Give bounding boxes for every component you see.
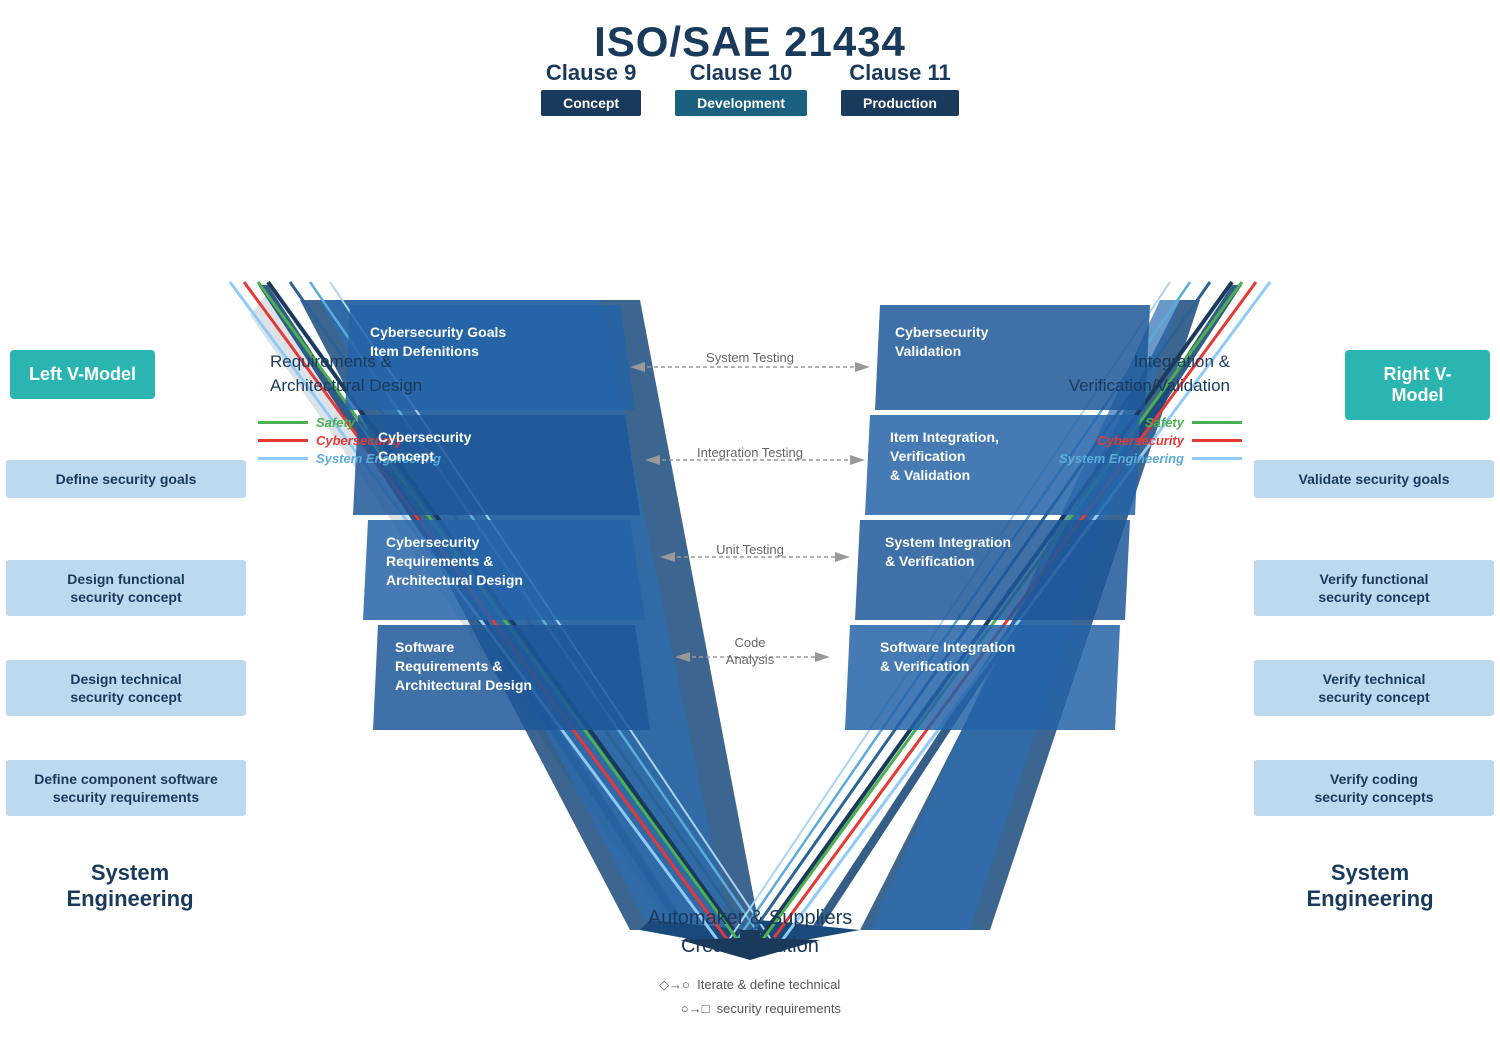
clause-9: Clause 9 Concept [541, 60, 641, 116]
right-box-0: Validate security goals [1254, 460, 1494, 498]
left-box-2: Design technicalsecurity concept [6, 660, 246, 716]
v-block-left-0: Cybersecurity GoalsItem Defenitions [360, 315, 625, 369]
test-label-code: CodeAnalysis [698, 635, 802, 669]
left-box-3: Define component softwaresecurity requir… [6, 760, 246, 816]
sys-eng-right: SystemEngineering [1280, 860, 1460, 913]
right-box-1: Verify functionalsecurity concept [1254, 560, 1494, 616]
sys-eng-left: SystemEngineering [40, 860, 220, 913]
legend-bottom: ◇→○ Iterate & define technical ○→□ secur… [659, 973, 841, 1020]
safety-label-right: Safety [1145, 415, 1184, 430]
clause-10: Clause 10 Development [675, 60, 807, 116]
v-block-left-2: CybersecurityRequirements &Architectural… [376, 525, 628, 598]
right-box-3: Verify codingsecurity concepts [1254, 760, 1494, 816]
left-vmodel-label: Left V-Model [10, 350, 155, 399]
safety-label-left: Safety [316, 415, 355, 430]
v-block-right-1: Item Integration,Verification& Validatio… [880, 420, 1140, 493]
left-box-0: Define security goals [6, 460, 246, 498]
v-block-right-0: CybersecurityValidation [885, 315, 1150, 369]
legend-iterate: ◇→○ Iterate & define technical [659, 973, 841, 996]
right-box-2: Verify technicalsecurity concept [1254, 660, 1494, 716]
v-block-left-3: SoftwareRequirements &Architectural Desi… [385, 630, 632, 703]
left-box-1: Design functionalsecurity concept [6, 560, 246, 616]
v-block-left-1: CybersecurityConcept [368, 420, 623, 474]
v-block-right-3: Software Integration& Verification [870, 630, 1120, 684]
clause-11: Clause 11 Production [841, 60, 959, 116]
bottom-text: Automaker & SuppliersCreate Solution [648, 904, 853, 960]
test-label-integration: Integration Testing [668, 445, 832, 460]
right-vmodel-label: Right V-Model [1345, 350, 1490, 420]
legend-security: ○→□ security requirements [659, 997, 841, 1020]
test-label-system: System Testing [680, 350, 820, 365]
v-block-right-2: System Integration& Verification [875, 525, 1130, 579]
test-label-unit: Unit Testing [686, 542, 814, 557]
main-title: ISO/SAE 21434 [0, 0, 1500, 66]
